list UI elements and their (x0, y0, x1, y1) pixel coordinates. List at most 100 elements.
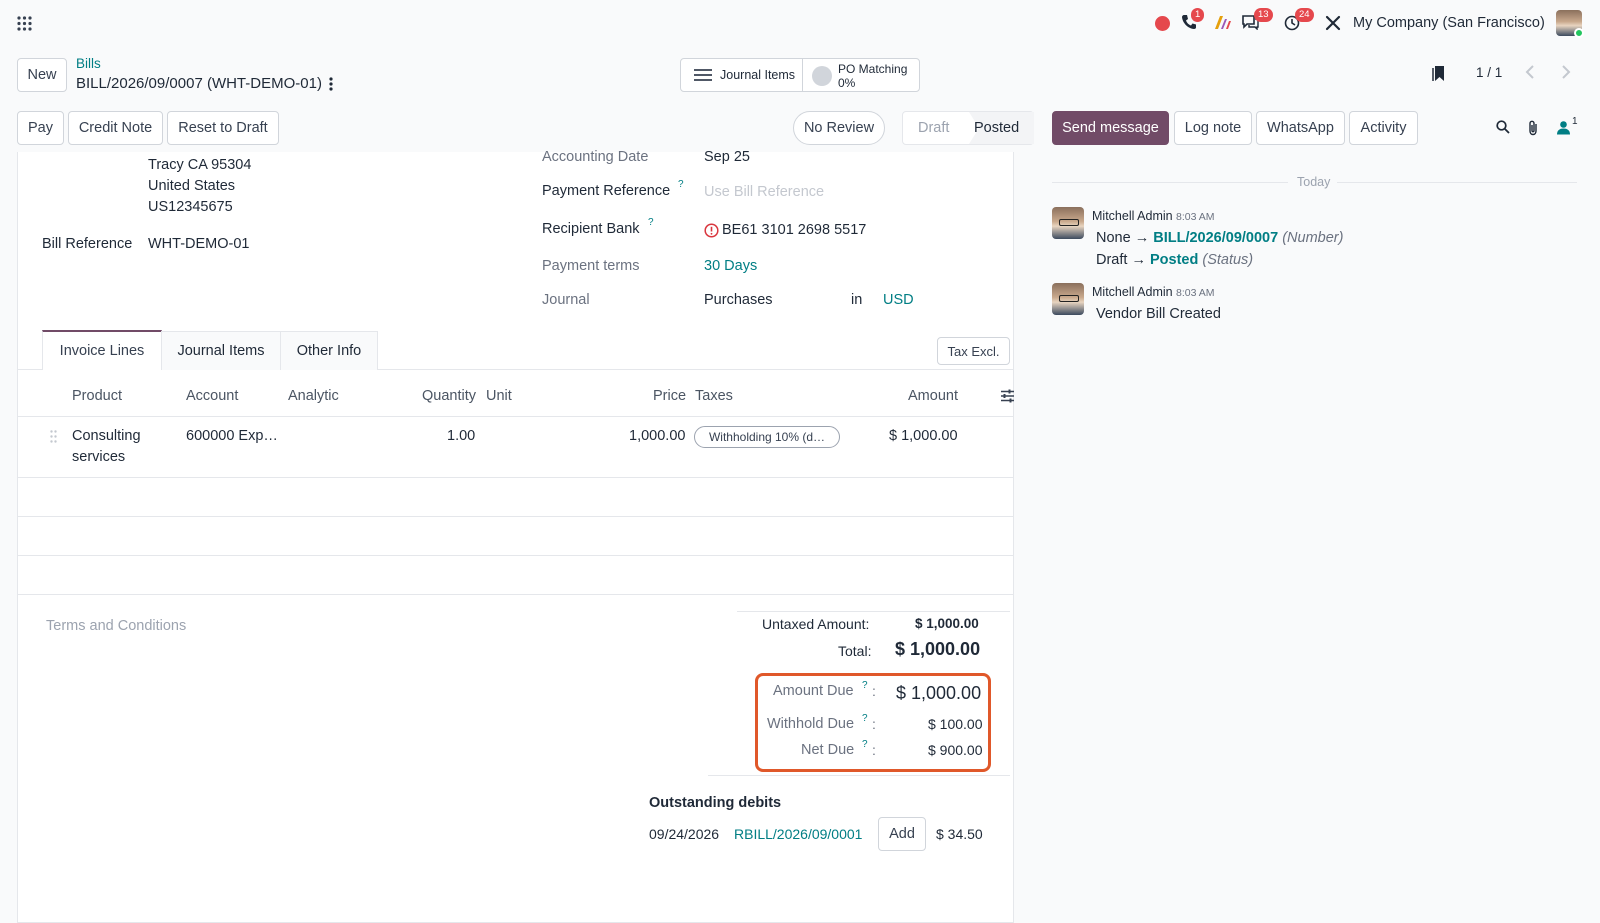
followers-icon[interactable] (1556, 120, 1571, 135)
message-avatar[interactable] (1052, 207, 1084, 239)
drag-handle-icon[interactable] (50, 430, 57, 443)
terms-conditions-input[interactable]: Terms and Conditions (46, 618, 186, 634)
journal-label: Journal (542, 292, 590, 308)
table-row[interactable]: Consulting services 600000 Exp… 1.00 1,0… (17, 417, 1014, 477)
totals-top-border (737, 611, 1010, 612)
pager-next-icon[interactable] (1561, 64, 1571, 80)
list-icon (694, 69, 712, 81)
total-label: Total: (838, 643, 872, 659)
smart-button-po-matching[interactable]: PO Matching 0% (802, 58, 920, 92)
arrow-icon: → (1131, 252, 1146, 268)
bookmark-icon[interactable] (1432, 65, 1447, 82)
tab-label: Journal Items (177, 343, 265, 359)
payment-reference-placeholder[interactable]: Use Bill Reference (704, 184, 824, 200)
activity-button[interactable]: Activity (1349, 111, 1418, 145)
column-settings-icon[interactable] (1000, 389, 1015, 403)
outstanding-debits-title: Outstanding debits (649, 795, 782, 811)
whatsapp-button[interactable]: WhatsApp (1256, 111, 1345, 145)
withhold-due-help[interactable]: ? (862, 713, 868, 724)
tracking-line-status: Draft → Posted (Status) (1096, 252, 1253, 268)
tools-icon[interactable] (1325, 15, 1341, 31)
tracking-new-value: Posted (1149, 252, 1199, 268)
paperclip-icon[interactable] (1527, 120, 1539, 136)
tab-label: Invoice Lines (59, 343, 145, 359)
bill-reference-value[interactable]: WHT-DEMO-01 (148, 236, 250, 252)
amount-due-value: $ 1,000.00 (896, 683, 982, 703)
partner-vat: US12345675 (148, 199, 233, 215)
tracking-old-value: None (1096, 230, 1131, 246)
arrow-icon: → (1134, 230, 1150, 246)
pager-previous-icon[interactable] (1525, 64, 1535, 80)
cell-price: 1,000.00 (629, 428, 686, 444)
outstanding-ref-link[interactable]: RBILL/2026/09/0001 (734, 826, 862, 842)
status-draft[interactable]: Draft (918, 120, 949, 136)
tab-journal-items[interactable]: Journal Items (161, 331, 281, 370)
progress-circle-icon (812, 66, 832, 86)
amount-due-label: Amount Due (773, 683, 854, 699)
ai-icon[interactable] (1214, 15, 1232, 30)
breadcrumb-bills[interactable]: Bills (76, 56, 101, 71)
bill-reference-label: Bill Reference (42, 236, 133, 252)
message-author[interactable]: Mitchell Admin (1092, 209, 1173, 223)
partner-address-country: United States (148, 178, 236, 194)
no-review-button[interactable]: No Review (793, 111, 885, 145)
recipient-bank-label: Recipient Bank (542, 221, 640, 237)
kebab-menu-icon[interactable] (328, 76, 334, 92)
cell-product-line2: services (72, 449, 126, 465)
column-price[interactable]: Price (653, 388, 686, 404)
recipient-bank-help[interactable]: ? (648, 217, 654, 228)
accounting-date-value[interactable]: Sep 25 (704, 149, 750, 165)
net-due-label: Net Due (801, 742, 855, 758)
online-status-dot (1574, 28, 1584, 38)
activity-badge: 24 (1295, 8, 1314, 22)
send-message-button[interactable]: Send message (1052, 111, 1169, 145)
column-amount[interactable]: Amount (908, 388, 958, 404)
tracking-old-value: Draft (1096, 252, 1128, 268)
tab-other-info[interactable]: Other Info (280, 331, 378, 370)
column-product[interactable]: Product (72, 388, 122, 404)
app-menu-icon[interactable] (17, 16, 32, 31)
message-author[interactable]: Mitchell Admin (1092, 285, 1173, 299)
untaxed-amount-value: $ 1,000.00 (915, 616, 979, 631)
tab-invoice-lines[interactable]: Invoice Lines (42, 330, 162, 370)
amount-due-help[interactable]: ? (862, 680, 868, 691)
row-divider (17, 555, 1014, 556)
pay-button[interactable]: Pay (17, 111, 64, 145)
log-note-button[interactable]: Log note (1174, 111, 1252, 145)
search-icon[interactable] (1496, 120, 1510, 134)
payment-terms-value[interactable]: 30 Days (704, 258, 757, 274)
journal-value[interactable]: Purchases (704, 292, 773, 308)
credit-note-button[interactable]: Credit Note (68, 111, 163, 145)
tax-tag[interactable]: Withholding 10% (d… (694, 426, 840, 448)
pager-value[interactable]: 1 / 1 (1476, 65, 1502, 80)
column-quantity[interactable]: Quantity (422, 388, 476, 404)
record-dot-icon[interactable] (1155, 16, 1170, 31)
cell-quantity: 1.00 (447, 428, 476, 444)
new-button[interactable]: New (17, 58, 67, 92)
company-switcher[interactable]: My Company (San Francisco) (1353, 15, 1545, 31)
outstanding-add-button[interactable]: Add (878, 817, 926, 851)
currency-value[interactable]: USD (883, 292, 914, 308)
tax-excl-button[interactable]: Tax Excl. (937, 337, 1010, 365)
smart-button-journal-items[interactable]: Journal Items (680, 58, 803, 92)
column-analytic[interactable]: Analytic (288, 388, 339, 404)
net-due-help[interactable]: ? (862, 739, 868, 750)
followers-count: 1 (1572, 116, 1578, 127)
recipient-bank-value[interactable]: BE61 3101 2698 5517 (722, 222, 866, 238)
cell-amount: $ 1,000.00 (889, 428, 958, 444)
status-posted[interactable]: Posted (974, 120, 1019, 136)
reset-to-draft-button[interactable]: Reset to Draft (167, 111, 279, 145)
tracking-field-name: (Status) (1202, 252, 1254, 268)
payment-reference-help[interactable]: ? (678, 179, 684, 190)
payment-terms-label: Payment terms (542, 258, 640, 274)
column-unit[interactable]: Unit (486, 388, 512, 404)
tracking-field-name: (Number) (1282, 230, 1344, 246)
message-body: Vendor Bill Created (1096, 306, 1221, 322)
payment-reference-label: Payment Reference (542, 183, 671, 199)
tab-label: Other Info (296, 343, 362, 359)
column-account[interactable]: Account (186, 388, 238, 404)
net-due-colon: : (872, 742, 876, 758)
message-avatar[interactable] (1052, 283, 1084, 315)
column-taxes[interactable]: Taxes (695, 388, 733, 404)
smart-button-value: 0% (838, 76, 856, 90)
